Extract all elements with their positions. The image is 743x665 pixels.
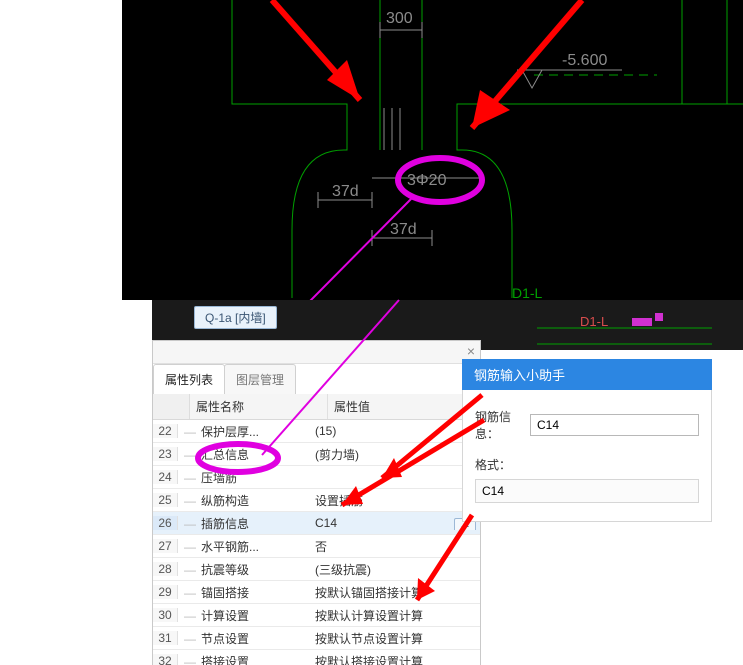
- property-row[interactable]: 23汇总信息(剪力墙): [153, 443, 480, 466]
- row-number: 28: [153, 562, 178, 576]
- row-number: 27: [153, 539, 178, 553]
- property-row[interactable]: 24压墙筋: [153, 466, 480, 489]
- property-value[interactable]: 设置插筋: [309, 492, 480, 509]
- property-name: 汇总信息: [178, 446, 309, 463]
- property-grid-header: 属性名称 属性值: [153, 394, 480, 420]
- element-tag[interactable]: Q-1a [内墙]: [194, 306, 277, 329]
- property-value[interactable]: (剪力墙): [309, 446, 480, 463]
- tab-layers[interactable]: 图层管理: [224, 364, 296, 394]
- property-name: 搭接设置: [178, 653, 309, 665]
- tab-attributes[interactable]: 属性列表: [153, 364, 225, 394]
- dim-37d-b: 37d: [390, 221, 417, 238]
- property-row[interactable]: 27水平钢筋...否: [153, 535, 480, 558]
- row-number: 31: [153, 631, 178, 645]
- helper-info-label: 钢筋信息：: [475, 408, 530, 442]
- property-name: 锚固搭接: [178, 584, 309, 601]
- dim-300: 300: [386, 10, 413, 27]
- row-number: 24: [153, 470, 178, 484]
- property-value[interactable]: 否: [309, 538, 480, 555]
- property-name: 抗震等级: [178, 561, 309, 578]
- property-value[interactable]: 按默认搭接设置计算: [309, 653, 480, 665]
- helper-format-value[interactable]: C14: [475, 479, 699, 503]
- property-row[interactable]: 25纵筋构造设置插筋: [153, 489, 480, 512]
- row-number: 30: [153, 608, 178, 622]
- row-number: 26: [153, 516, 178, 530]
- property-name: 插筋信息: [178, 515, 309, 532]
- property-name: 压墙筋: [178, 469, 309, 486]
- property-name: 水平钢筋...: [178, 538, 309, 555]
- property-value[interactable]: (三级抗震): [309, 561, 480, 578]
- rebar-callout: 3Φ20: [407, 172, 447, 189]
- property-row[interactable]: 32搭接设置按默认搭接设置计算: [153, 650, 480, 665]
- svg-text:D1-L: D1-L: [580, 314, 608, 329]
- property-name: 保护层厚...: [178, 423, 309, 440]
- helper-format-label: 格式：: [475, 456, 545, 473]
- elevation-text: -5.600: [562, 52, 607, 69]
- row-number: 32: [153, 654, 178, 665]
- property-panel: 属性列表 图层管理 属性名称 属性值 22保护层厚...(15)23汇总信息(剪…: [152, 340, 481, 665]
- cad-viewport[interactable]: 300 -5.600 3Φ20 37d 37d: [122, 0, 743, 300]
- rebar-info-input[interactable]: [530, 414, 699, 436]
- row-number: 23: [153, 447, 178, 461]
- row-number: 22: [153, 424, 178, 438]
- property-value[interactable]: (15): [309, 424, 480, 438]
- property-row[interactable]: 26插筋信息C14⋯: [153, 512, 480, 535]
- property-value[interactable]: 按默认计算设置计算: [309, 607, 480, 624]
- row-number: 29: [153, 585, 178, 599]
- dim-37d-a: 37d: [332, 183, 359, 200]
- property-name: 计算设置: [178, 607, 309, 624]
- helper-title: 钢筋输入小助手: [462, 359, 712, 390]
- property-value[interactable]: 按默认节点设置计算: [309, 630, 480, 647]
- property-row[interactable]: 31节点设置按默认节点设置计算: [153, 627, 480, 650]
- property-row[interactable]: 29锚固搭接按默认锚固搭接计算: [153, 581, 480, 604]
- property-value[interactable]: 按默认锚固搭接计算: [309, 584, 480, 601]
- rebar-helper-panel: 钢筋输入小助手 钢筋信息： 格式： C14: [462, 359, 712, 522]
- property-name: 节点设置: [178, 630, 309, 647]
- cad-label-trailing: D1-L: [512, 285, 543, 300]
- property-name: 纵筋构造: [178, 492, 309, 509]
- property-row[interactable]: 30计算设置按默认计算设置计算: [153, 604, 480, 627]
- property-row[interactable]: 22保护层厚...(15): [153, 420, 480, 443]
- property-row[interactable]: 28抗震等级(三级抗震): [153, 558, 480, 581]
- row-number: 25: [153, 493, 178, 507]
- property-value[interactable]: C14⋯: [309, 516, 480, 530]
